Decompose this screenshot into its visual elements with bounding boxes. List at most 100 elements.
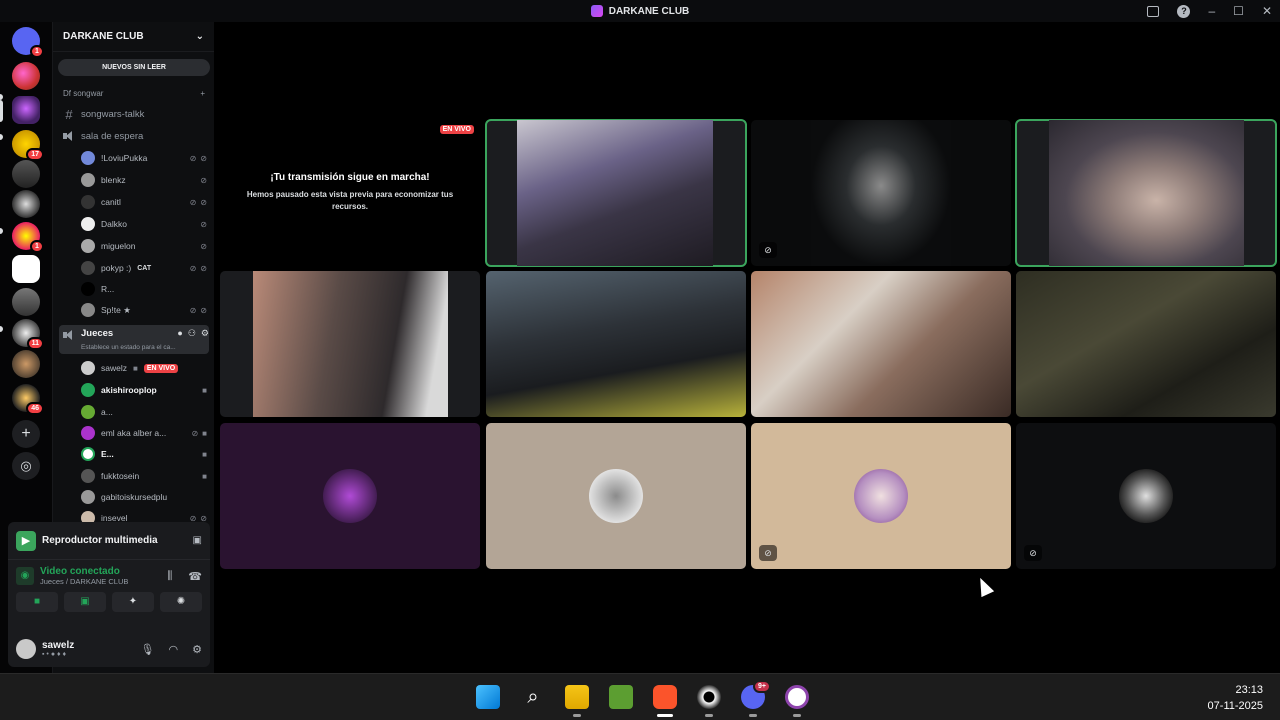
video-tile[interactable] <box>751 271 1011 417</box>
add-channel-icon[interactable]: + <box>200 89 205 98</box>
server-icon[interactable]: 17 <box>12 130 44 161</box>
voice-user[interactable]: Dalkko ⊘ <box>81 215 207 233</box>
media-player-icon[interactable] <box>785 685 809 709</box>
windows-start-icon[interactable] <box>476 685 500 709</box>
camera-toggle-button[interactable]: ■ <box>16 592 58 612</box>
voice-user[interactable]: eml aka alber a... ⊘ ■ <box>81 424 207 442</box>
server-icon[interactable]: 1 <box>12 222 44 253</box>
file-explorer-icon[interactable] <box>565 685 589 709</box>
app-logo-icon <box>590 5 603 17</box>
avatar <box>81 303 95 317</box>
chevron-down-icon[interactable]: ⌄ <box>196 31 204 42</box>
video-tile[interactable] <box>220 423 480 569</box>
mic-muted-icon: ⊘ <box>189 305 197 315</box>
avatar <box>81 383 95 397</box>
window-title-text: DARKANE CLUB <box>608 5 690 17</box>
channel-label: songwars-talkk <box>81 108 145 120</box>
channel-label: Jueces <box>81 328 114 339</box>
video-tile[interactable] <box>220 271 480 417</box>
inbox-icon[interactable] <box>1147 5 1160 17</box>
invite-icon[interactable]: ⚇ <box>188 328 196 339</box>
server-icon[interactable] <box>12 350 40 378</box>
voice-channel-path[interactable]: Jueces / DARKANE CLUB <box>40 577 128 586</box>
system-clock[interactable]: 23:13 07-11-2025 <box>1208 682 1263 714</box>
media-player-header[interactable]: ▶ Reproductor multimedia ▣ <box>8 522 210 560</box>
maximize-button[interactable]: ☐ <box>1233 4 1244 18</box>
mic-muted-icon: ⊘ <box>200 219 207 229</box>
discord-icon[interactable]: 9+ <box>741 680 771 709</box>
voice-user[interactable]: akishirooplop ■ <box>81 381 207 399</box>
microphone-icon[interactable]: 🎙 <box>141 643 155 656</box>
minimize-button[interactable]: – <box>1208 4 1215 18</box>
add-server-icon[interactable]: + <box>12 420 40 448</box>
avatar <box>81 469 95 483</box>
user-name: eml aka alber a... <box>101 428 167 438</box>
video-tile[interactable] <box>485 119 747 267</box>
media-app-icon: ▶ <box>16 530 36 551</box>
user-name: E... <box>101 449 114 459</box>
avatar[interactable] <box>16 639 36 659</box>
server-header[interactable]: DARKANE CLUB ⌄ <box>53 22 214 52</box>
signal-icon[interactable]: ◉ <box>16 567 34 585</box>
video-tile[interactable] <box>486 423 746 569</box>
explore-servers-icon[interactable]: ◎ <box>12 452 40 480</box>
soundboard-button[interactable]: ✺ <box>160 592 202 612</box>
camera-icon: ■ <box>202 471 207 481</box>
voice-user[interactable]: canitl ⊘ ⊘ <box>81 193 207 211</box>
video-tile[interactable]: ⊘ <box>751 120 1011 266</box>
voice-channel-waiting[interactable]: sala de espera <box>63 127 211 145</box>
discord-home-icon[interactable]: 1 <box>12 27 44 58</box>
voice-user[interactable]: R... <box>81 280 207 298</box>
voice-status[interactable]: Video conectado <box>40 566 128 577</box>
noise-suppression-icon[interactable]: ⫼ <box>167 570 172 583</box>
video-tile[interactable]: ⊘ <box>751 423 1011 569</box>
voice-user[interactable]: gabitoiskursedplu <box>81 488 207 506</box>
chat-icon[interactable]: ● <box>177 328 182 339</box>
screen-share-button[interactable]: ▣ <box>64 592 106 612</box>
server-icon[interactable] <box>12 288 40 316</box>
voice-user[interactable]: Sp!te ★ ⊘ ⊘ <box>81 301 207 319</box>
server-icon[interactable] <box>12 255 40 283</box>
minecraft-icon[interactable] <box>609 685 633 709</box>
new-unread-pill[interactable]: NUEVOS SIN LEER <box>58 59 210 76</box>
voice-user[interactable]: miguelon ⊘ <box>81 237 207 255</box>
close-button[interactable]: ✕ <box>1262 4 1272 18</box>
avatar <box>81 195 95 209</box>
channel-status[interactable]: Establece un estado para el ca... <box>81 344 201 351</box>
server-icon[interactable] <box>12 62 40 90</box>
gear-icon[interactable]: ⚙ <box>192 643 202 656</box>
help-icon[interactable]: ? <box>1177 4 1191 18</box>
server-icon[interactable]: 11 <box>12 319 44 350</box>
server-icon[interactable] <box>12 190 40 218</box>
headphones-icon[interactable]: ◠ <box>169 643 179 656</box>
gear-icon[interactable]: ⚙ <box>201 328 209 339</box>
voice-user[interactable]: blenkz ⊘ <box>81 171 207 189</box>
category-header[interactable]: Df songwar + <box>63 89 205 98</box>
popout-icon[interactable]: ▣ <box>193 535 202 546</box>
voice-user[interactable]: !LoviuPukka ⊘ ⊘ <box>81 149 207 167</box>
voice-user[interactable]: E... ■ <box>81 445 207 463</box>
voice-user[interactable]: pokyp :) CAT ⊘ ⊘ <box>81 259 207 277</box>
camera-icon: ■ <box>202 449 207 459</box>
mic-muted-icon: ⊘ <box>189 153 197 163</box>
stream-preview-paused[interactable]: EN VIVO ¡Tu transmisión sigue en marcha!… <box>220 120 480 266</box>
search-icon[interactable]: ⌕ <box>521 685 545 709</box>
video-tile[interactable] <box>1016 271 1276 417</box>
disconnect-icon[interactable]: ☎ <box>188 570 202 583</box>
user-name: miguelon <box>101 241 136 251</box>
video-tile[interactable] <box>1015 119 1277 267</box>
obs-icon[interactable] <box>697 685 721 709</box>
server-darkane-club-icon[interactable] <box>12 96 40 124</box>
server-icon[interactable] <box>12 160 40 188</box>
brave-browser-icon[interactable] <box>653 685 677 709</box>
voice-user[interactable]: sawelz ■ EN VIVO <box>81 359 207 377</box>
video-tile[interactable] <box>486 271 746 417</box>
user-name[interactable]: sawelz <box>42 640 74 651</box>
channel-songwars-talkk[interactable]: # songwars-talkk <box>63 105 211 123</box>
taskbar: ⌕ 9+ 23:13 07-11-2025 <box>0 673 1280 720</box>
video-tile[interactable]: ⊘ <box>1016 423 1276 569</box>
voice-user[interactable]: fukktosein ■ <box>81 467 207 485</box>
server-icon[interactable]: 46 <box>12 384 44 415</box>
activities-button[interactable]: ✦ <box>112 592 154 612</box>
voice-user[interactable]: a... <box>81 403 207 421</box>
